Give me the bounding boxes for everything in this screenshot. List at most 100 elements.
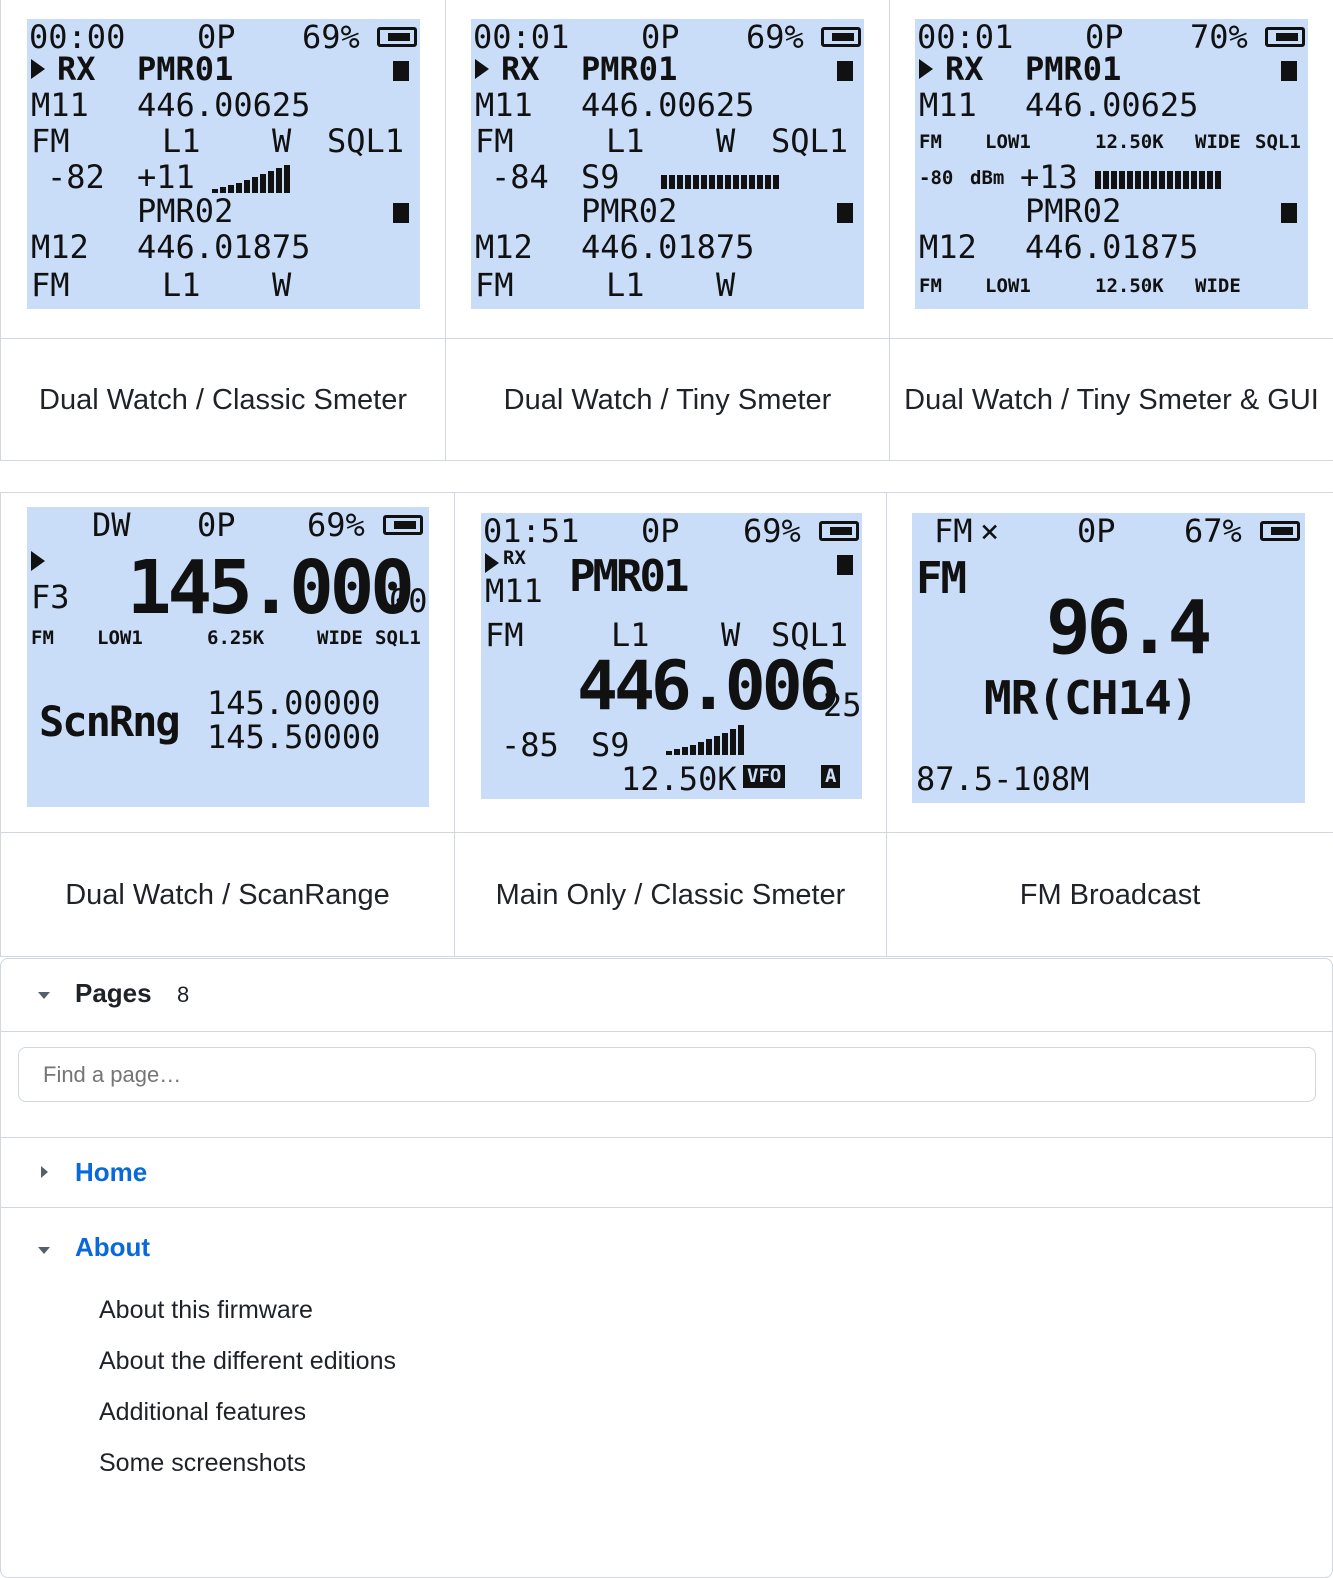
- lcd-channel-name: PMR01: [137, 53, 233, 85]
- pages-count: 8: [177, 982, 189, 1008]
- battery-icon: [383, 515, 423, 535]
- lcd-power-level-2: L1: [162, 269, 201, 301]
- lcd-battery-percent: 70%: [1190, 21, 1248, 53]
- lcd-mode: FM: [919, 133, 942, 152]
- lcd-squelch: SQL1: [771, 125, 848, 157]
- lcd-frequency: 446.00625: [581, 89, 754, 121]
- screenshot-caption: FM Broadcast: [887, 833, 1333, 957]
- screenshot-cell: 00:01 0P 70% RX PMR01 M11 446.00625 FM L…: [890, 0, 1333, 339]
- nav-link-home[interactable]: Home: [75, 1157, 147, 1188]
- lcd-frequency-2: 446.01875: [1025, 231, 1198, 263]
- lcd-frequency: 446.00625: [1025, 89, 1198, 121]
- lcd-bandwidth-2: WIDE: [1195, 277, 1241, 296]
- lcd-power: 0P: [197, 21, 236, 53]
- play-icon: [919, 59, 933, 79]
- lcd-screenshot-scanrange: DW 0P 69% F3 145.000 00 FM LOW1 6.25K WI…: [27, 507, 429, 807]
- lcd-bandwidth: W: [272, 125, 291, 157]
- lcd-rx: RX: [57, 53, 96, 85]
- lcd-power-level: L1: [606, 125, 645, 157]
- screenshot-caption: Dual Watch / ScanRange: [1, 833, 455, 957]
- lcd-power-level: LOW1: [97, 629, 143, 648]
- chevron-down-icon[interactable]: [38, 992, 50, 999]
- battery-icon: [821, 27, 861, 47]
- play-icon: [31, 59, 45, 79]
- lcd-scan-range-end: 145.50000: [207, 721, 380, 753]
- lcd-scan-range-label: ScnRng: [39, 701, 179, 743]
- lcd-clock: 00:00: [29, 21, 125, 53]
- lcd-battery-percent: 67%: [1184, 515, 1242, 547]
- lcd-power-level: L1: [162, 125, 201, 157]
- nav-sublink[interactable]: About the different editions: [99, 1347, 396, 1376]
- lcd-mode-2: FM: [919, 277, 942, 296]
- lcd-screenshot-dual-tiny: 00:01 0P 69% RX PMR01 M11 446.00625 FM L…: [471, 19, 864, 309]
- lcd-channel-name-2: PMR02: [1025, 195, 1121, 227]
- chevron-down-icon[interactable]: [38, 1247, 50, 1254]
- search-input[interactable]: [18, 1047, 1316, 1102]
- battery-icon: [819, 521, 859, 541]
- chip-icon: [837, 203, 853, 223]
- screenshot-caption: Dual Watch / Tiny Smeter & GUI: [890, 339, 1333, 461]
- lcd-screenshot-main-only: 01:51 0P 69% RX M11 PMR01 FM L1 W SQL1 4…: [481, 513, 862, 799]
- lcd-step: 12.50K: [1095, 133, 1164, 152]
- lcd-rssi: -85: [501, 729, 559, 761]
- lcd-memory-2: M12: [919, 231, 977, 263]
- lcd-bandwidth: WIDE: [317, 629, 363, 648]
- nav-sublink[interactable]: Some screenshots: [99, 1449, 306, 1478]
- lcd-channel-name-2: PMR02: [137, 195, 233, 227]
- signal-meter: [212, 165, 290, 193]
- lcd-frequency-2: 446.01875: [137, 231, 310, 263]
- lcd-vfo-letter: A: [821, 765, 840, 788]
- lcd-scan-range-start: 145.00000: [207, 687, 380, 719]
- lcd-step: 6.25K: [207, 629, 264, 648]
- lcd-squelch: SQL1: [375, 629, 421, 648]
- screenshot-caption: Dual Watch / Tiny Smeter: [446, 339, 890, 461]
- chip-icon: [393, 203, 409, 223]
- lcd-bandwidth-2: W: [716, 269, 735, 301]
- lcd-mode-2: FM: [475, 269, 514, 301]
- lcd-rx: RX: [501, 53, 540, 85]
- lcd-channel-name: PMR01: [569, 555, 686, 599]
- lcd-battery-percent: 69%: [307, 509, 365, 541]
- lcd-mode-2: FM: [31, 269, 70, 301]
- lcd-memory-2: M12: [475, 231, 533, 263]
- lcd-frequency-suffix: 25: [823, 689, 862, 721]
- screenshot-table-row-1: 00:00 0P 69% RX PMR01 M11 446.00625 FM L…: [0, 0, 1333, 461]
- lcd-frequency: 446.00625: [137, 89, 310, 121]
- lcd-memory: M11: [485, 575, 543, 607]
- battery-icon: [1265, 27, 1305, 47]
- lcd-unit: dBm: [970, 169, 1004, 188]
- lcd-clock: 01:51: [483, 515, 579, 547]
- lcd-channel-name: PMR01: [581, 53, 677, 85]
- signal-meter: [1095, 171, 1221, 189]
- screenshot-cell: 01:51 0P 69% RX M11 PMR01 FM L1 W SQL1 4…: [455, 493, 887, 833]
- lcd-clock: 00:01: [917, 21, 1013, 53]
- lcd-rssi: -84: [491, 161, 549, 193]
- screenshot-caption: Dual Watch / Classic Smeter: [1, 339, 446, 461]
- chip-icon: [393, 61, 409, 81]
- nav-link-about[interactable]: About: [75, 1232, 150, 1263]
- chip-icon: [837, 61, 853, 81]
- battery-icon: [1260, 521, 1300, 541]
- lcd-bandwidth: WIDE: [1195, 133, 1241, 152]
- lcd-mode: FM: [31, 125, 70, 157]
- lcd-vfo-badge: VFO: [743, 765, 785, 788]
- lcd-power: 0P: [1085, 21, 1124, 53]
- nav-sublink[interactable]: About this firmware: [99, 1296, 313, 1325]
- chevron-right-icon[interactable]: [41, 1166, 48, 1178]
- lcd-rssi: -80: [919, 169, 953, 188]
- lcd-fm-frequency: 96.4: [1046, 591, 1208, 665]
- lcd-power-level: LOW1: [985, 133, 1031, 152]
- lcd-channel-name-2: PMR02: [581, 195, 677, 227]
- pages-title[interactable]: Pages: [75, 978, 152, 1009]
- lcd-mode-label: FM: [916, 557, 965, 601]
- screenshot-cell: DW 0P 69% F3 145.000 00 FM LOW1 6.25K WI…: [1, 493, 455, 833]
- signal-meter: [666, 725, 744, 755]
- nav-sublink[interactable]: Additional features: [99, 1398, 306, 1427]
- pages-header[interactable]: Pages 8: [1, 959, 1332, 1032]
- lcd-smeter-value: S9: [581, 161, 620, 193]
- chip-icon: [837, 555, 853, 575]
- lcd-screenshot-dual-tiny-gui: 00:01 0P 70% RX PMR01 M11 446.00625 FM L…: [915, 19, 1308, 309]
- nav-item-home[interactable]: Home: [1, 1137, 1332, 1208]
- lcd-band-range: 87.5-108M: [916, 763, 1089, 795]
- lcd-mode: FM: [485, 619, 524, 651]
